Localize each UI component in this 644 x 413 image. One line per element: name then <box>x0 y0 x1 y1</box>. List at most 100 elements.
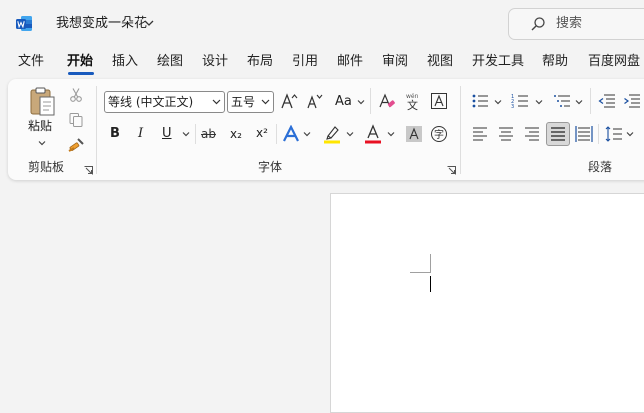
clear-formatting-icon <box>379 93 395 108</box>
tab-draw[interactable]: 绘图 <box>157 52 183 72</box>
cut-button[interactable] <box>66 85 86 105</box>
character-border-button[interactable] <box>429 91 449 111</box>
chevron-down-icon[interactable] <box>575 98 583 106</box>
tab-review[interactable]: 审阅 <box>382 52 408 72</box>
font-size-combo[interactable]: 五号 <box>227 91 274 113</box>
svg-text:3: 3 <box>511 104 514 110</box>
text-cursor <box>430 276 431 292</box>
format-painter-button[interactable] <box>66 135 86 155</box>
text-effects-button[interactable] <box>281 124 301 144</box>
enclose-characters-icon: 字 <box>431 126 447 142</box>
decrease-indent-icon <box>598 94 615 108</box>
phonetic-guide-button[interactable]: wén 文 <box>403 91 423 111</box>
enclose-characters-button[interactable]: 字 <box>429 124 449 144</box>
character-shading-icon <box>406 126 422 142</box>
character-shading-button[interactable] <box>404 124 424 144</box>
chevron-down-icon[interactable] <box>182 130 190 138</box>
group-divider <box>460 86 461 174</box>
word-logo-icon <box>16 16 32 31</box>
shrink-font-button[interactable] <box>304 91 324 111</box>
align-left-button[interactable] <box>470 124 490 144</box>
multilevel-list-icon <box>554 95 570 107</box>
grow-font-button[interactable] <box>279 91 299 111</box>
shrink-font-icon <box>307 94 323 109</box>
tab-help[interactable]: 帮助 <box>542 52 568 72</box>
numbering-icon: 1 2 3 <box>511 94 528 110</box>
increase-indent-button[interactable] <box>622 91 642 111</box>
paste-button[interactable] <box>27 86 59 118</box>
paragraph-group-label: 段落 <box>588 160 613 174</box>
justify-icon <box>551 127 565 141</box>
align-left-icon <box>473 127 487 141</box>
paragraph-divider <box>598 124 599 144</box>
clear-formatting-button[interactable] <box>377 91 397 111</box>
multilevel-list-button[interactable] <box>552 91 572 111</box>
chevron-down-icon[interactable] <box>357 98 365 106</box>
superscript-button[interactable]: x² <box>256 124 268 142</box>
decrease-indent-button[interactable] <box>597 91 617 111</box>
bullets-icon <box>472 94 488 108</box>
dialog-launcher-icon[interactable] <box>84 166 93 175</box>
paste-label[interactable]: 粘贴 <box>28 118 52 134</box>
chevron-down-icon[interactable] <box>535 98 543 106</box>
grow-font-icon <box>281 93 298 109</box>
tab-file[interactable]: 文件 <box>18 52 44 72</box>
document-page[interactable] <box>330 193 644 413</box>
copy-icon <box>69 113 83 127</box>
align-center-button[interactable] <box>496 124 516 144</box>
bullets-button[interactable] <box>470 91 490 111</box>
chevron-down-icon[interactable] <box>494 98 502 106</box>
align-right-button[interactable] <box>522 124 542 144</box>
svg-text:文: 文 <box>407 98 418 111</box>
tab-view[interactable]: 视图 <box>427 52 453 72</box>
font-group-label: 字体 <box>258 160 283 174</box>
chevron-down-icon[interactable] <box>303 130 311 138</box>
line-spacing-icon <box>605 126 622 142</box>
tab-baidu-netdisk[interactable]: 百度网盘 <box>588 52 640 72</box>
chevron-down-icon[interactable] <box>626 130 634 138</box>
paste-icon <box>30 87 55 116</box>
chevron-down-icon[interactable] <box>346 130 354 138</box>
group-divider <box>96 86 97 174</box>
margin-corner-mark <box>410 254 431 273</box>
bold-button[interactable]: B <box>110 125 120 143</box>
distributed-button[interactable] <box>574 124 594 144</box>
increase-indent-icon <box>624 94 640 108</box>
highlight-button[interactable] <box>321 123 343 145</box>
tab-mailings[interactable]: 邮件 <box>337 52 363 72</box>
copy-button[interactable] <box>66 110 86 130</box>
chevron-down-icon <box>261 99 270 105</box>
search-box[interactable]: 搜索 <box>508 8 644 40</box>
font-divider <box>195 124 196 144</box>
chevron-down-icon[interactable] <box>387 130 395 138</box>
search-icon <box>531 17 545 31</box>
strikethrough-button[interactable]: ab <box>201 125 216 143</box>
ribbon-tabs: 文件 开始 插入 绘图 设计 布局 引用 邮件 审阅 视图 开发工具 帮助 百度… <box>0 52 644 78</box>
tab-insert[interactable]: 插入 <box>112 52 138 72</box>
document-title[interactable]: 我想变成一朵花 <box>56 15 147 32</box>
numbering-button[interactable]: 1 2 3 <box>510 91 530 111</box>
chevron-down-icon[interactable] <box>143 17 155 29</box>
font-color-button[interactable] <box>362 123 384 145</box>
font-name-value: 等线 (中文正文) <box>108 95 194 109</box>
underline-button[interactable]: U <box>162 125 172 143</box>
paragraph-divider <box>590 88 591 114</box>
tab-developer[interactable]: 开发工具 <box>472 52 524 72</box>
clipboard-group-label: 剪贴板 <box>28 160 65 174</box>
subscript-button[interactable]: x₂ <box>230 125 242 143</box>
line-spacing-button[interactable] <box>604 124 624 144</box>
phonetic-guide-icon: wén 文 <box>406 93 419 111</box>
justify-button[interactable] <box>546 122 570 146</box>
tab-design[interactable]: 设计 <box>202 52 228 72</box>
align-center-icon <box>499 127 513 141</box>
tab-references[interactable]: 引用 <box>292 52 318 72</box>
change-case-button[interactable]: Aa <box>335 93 352 111</box>
dialog-launcher-icon[interactable] <box>447 166 456 175</box>
distributed-icon <box>575 126 593 142</box>
tab-layout[interactable]: 布局 <box>247 52 273 72</box>
font-size-value: 五号 <box>231 95 256 109</box>
tab-home[interactable]: 开始 <box>67 52 93 72</box>
font-name-combo[interactable]: 等线 (中文正文) <box>104 91 225 113</box>
chevron-down-icon[interactable] <box>38 139 46 147</box>
italic-button[interactable]: I <box>138 125 143 143</box>
